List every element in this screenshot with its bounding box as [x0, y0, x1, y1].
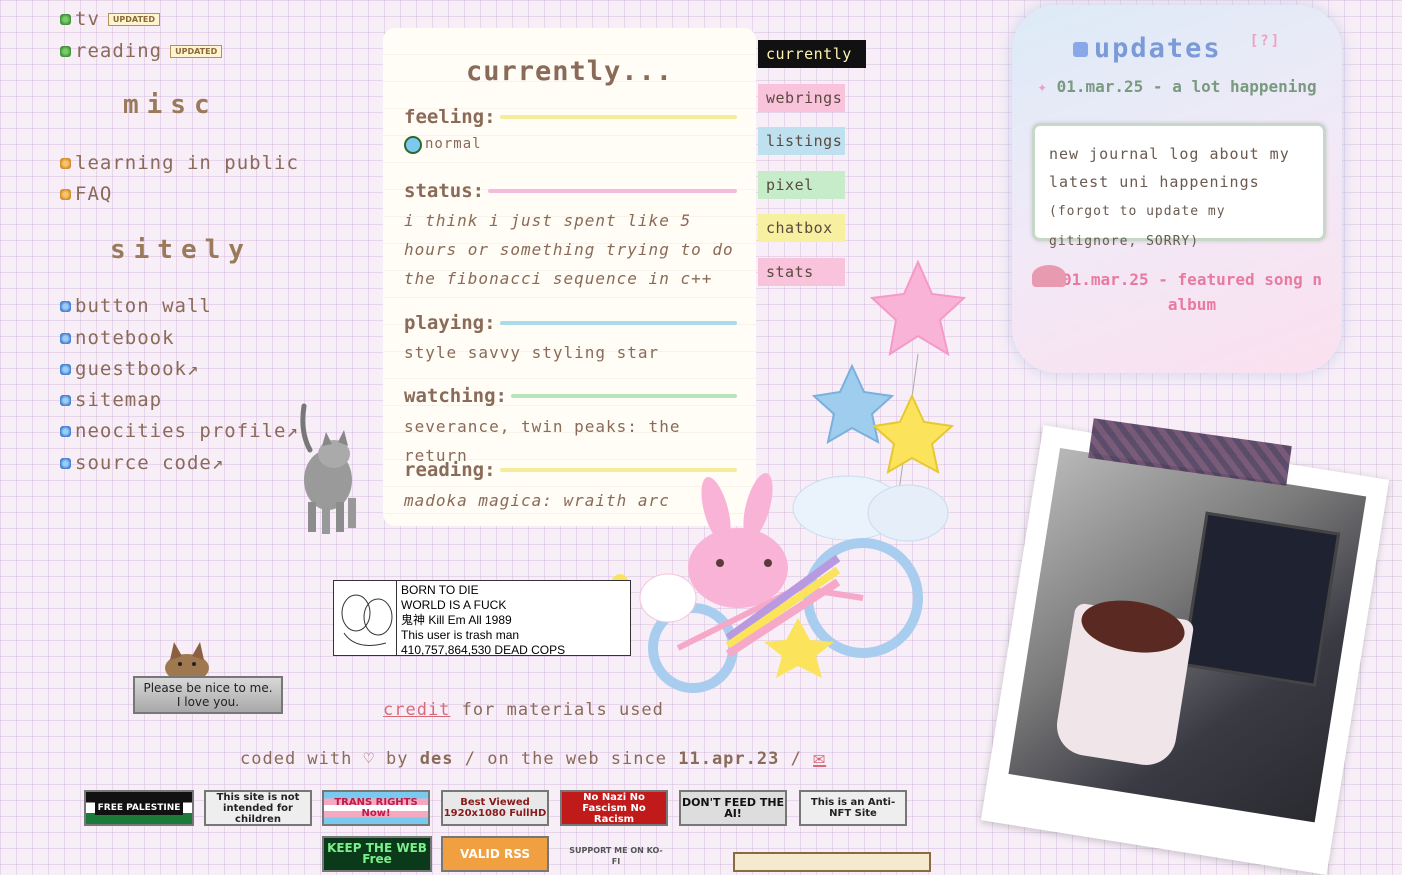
- sparkle-icon: ✦: [1037, 77, 1047, 96]
- envelope-icon[interactable]: ✉: [813, 745, 826, 769]
- rss-icon[interactable]: [1072, 42, 1088, 57]
- updated-badge: UPDATED: [107, 12, 161, 26]
- anti-nft-button[interactable]: This is an Anti-NFT Site: [799, 790, 907, 826]
- polaroid-photo: [980, 425, 1390, 875]
- bullet-icon: [60, 300, 71, 312]
- author-link[interactable]: des: [420, 749, 454, 769]
- slash-text: /: [790, 749, 802, 769]
- dogs-drawing: [341, 594, 393, 646]
- no-nazi-button[interactable]: No Nazi No Fascism No Racism: [560, 790, 668, 826]
- kofi-button[interactable]: SUPPORT ME ON KO-FI: [568, 838, 664, 874]
- nav-item-learning[interactable]: learning in public: [60, 152, 299, 174]
- bunny-bike-illustration: [610, 259, 967, 693]
- feeling-label: feeling:: [404, 106, 737, 128]
- tab-listings[interactable]: listings: [758, 127, 845, 155]
- bullet-icon: [60, 457, 71, 469]
- sitely-heading: sitely: [110, 235, 252, 265]
- currently-title: currently...: [465, 56, 674, 87]
- bullet-icon: [60, 45, 71, 57]
- bullet-icon: [60, 188, 71, 200]
- feeling-value: normal: [425, 136, 482, 152]
- coded-with-text: coded with ♡ by: [240, 749, 409, 769]
- nav-item-label: reading: [75, 40, 163, 62]
- status-label: status:: [404, 180, 737, 202]
- updates-help-link[interactable]: [?]: [1250, 33, 1281, 49]
- bullet-icon: [60, 332, 71, 344]
- bullet-icon: [60, 363, 71, 375]
- dont-feed-ai-button[interactable]: DON'T FEED THE AI!: [679, 790, 787, 826]
- tab-chatbox[interactable]: chatbox: [758, 214, 845, 242]
- tab-webrings[interactable]: webrings: [758, 84, 845, 112]
- updates-title: updates: [1093, 33, 1222, 64]
- nice-to-me-stamp: Please be nice to me. I love you.: [133, 676, 283, 714]
- cat-peek-image: [165, 642, 209, 680]
- nav-item-label: source code↗: [75, 452, 225, 474]
- bottom-banner: [733, 852, 931, 872]
- stamp-line: WORLD IS A FUCK: [401, 598, 507, 612]
- updates-panel: updates [?] ✦ 01.mar.25 - a lot happenin…: [1012, 5, 1342, 373]
- bullet-icon: [60, 157, 71, 169]
- best-viewed-button[interactable]: Best Viewed 1920x1080 FullHD: [441, 790, 549, 826]
- nav-item-label: sitemap: [75, 389, 163, 411]
- credit-text: for materials used: [461, 700, 664, 720]
- nav-item-label: button wall: [75, 295, 212, 317]
- stamp-line: BORN TO DIE: [401, 583, 479, 597]
- stamp-line: This user is trash man: [401, 628, 520, 642]
- trans-rights-button[interactable]: TRANS RIGHTS Now!: [322, 790, 430, 826]
- bullet-icon: [60, 394, 71, 406]
- photo-image: [1008, 447, 1367, 823]
- updates-header: updates [?]: [1012, 33, 1342, 64]
- bullet-icon: [60, 425, 71, 437]
- nav-item-guestbook[interactable]: guestbook↗: [60, 358, 199, 380]
- update-entry-small: (forgot to update my gitignore, SORRY): [1049, 204, 1226, 249]
- smiley-icon: [404, 135, 422, 154]
- nav-item-label: tv: [75, 8, 100, 30]
- bullet-icon: [60, 13, 71, 25]
- stamp-line: 410,757,864,530 DEAD COPS: [401, 643, 566, 657]
- nav-item-tv[interactable]: tv UPDATED: [60, 8, 161, 30]
- laptop-screen: [1181, 511, 1341, 687]
- nav-item-label: notebook: [75, 327, 175, 349]
- tab-currently[interactable]: currently: [758, 40, 866, 68]
- nav-item-label: neocities profile↗: [75, 420, 299, 442]
- since-date: 11.apr.23: [678, 749, 780, 769]
- credit-link[interactable]: credit: [383, 700, 450, 720]
- since-text: / on the web since: [464, 749, 667, 769]
- nav-item-label: guestbook↗: [75, 358, 200, 380]
- nav-item-source-code[interactable]: source code↗: [60, 452, 224, 474]
- not-for-children-button[interactable]: This site is not intended for children: [204, 790, 312, 826]
- nav-item-sitemap[interactable]: sitemap: [60, 389, 162, 411]
- kitten-image: [300, 403, 356, 534]
- stamp-line: 鬼神 Kill Em All 1989: [401, 613, 512, 627]
- nav-item-label: FAQ: [75, 183, 113, 205]
- misc-heading: misc: [123, 90, 218, 120]
- valid-rss-button[interactable]: VALID RSS: [441, 836, 549, 872]
- updated-badge: UPDATED: [170, 44, 223, 58]
- update-entry-box: new journal log about my latest uni happ…: [1032, 123, 1326, 249]
- nav-item-notebook[interactable]: notebook: [60, 327, 175, 349]
- tab-pixel[interactable]: pixel: [758, 171, 845, 199]
- update-date-2: 01.mar.25 - featured song n album: [1032, 265, 1332, 317]
- nav-item-neocities[interactable]: neocities profile↗: [60, 420, 299, 442]
- nav-item-reading[interactable]: reading UPDATED: [60, 40, 223, 62]
- free-palestine-button[interactable]: FREE PALESTINE: [84, 790, 194, 826]
- update-date-1: ✦ 01.mar.25 - a lot happening: [1037, 77, 1317, 96]
- update-entry-text: new journal log about my latest uni happ…: [1049, 145, 1290, 191]
- nav-item-label: learning in public: [75, 152, 299, 174]
- born-to-die-stamp: BORN TO DIE WORLD IS A FUCK 鬼神 Kill Em A…: [333, 580, 631, 657]
- nav-item-faq[interactable]: FAQ: [60, 183, 112, 205]
- ice-cream-cup: [1052, 593, 1195, 770]
- cake-icon: [1032, 265, 1066, 287]
- nav-item-button-wall[interactable]: button wall: [60, 295, 212, 317]
- keep-web-free-button[interactable]: KEEP THE WEB Free: [322, 836, 432, 872]
